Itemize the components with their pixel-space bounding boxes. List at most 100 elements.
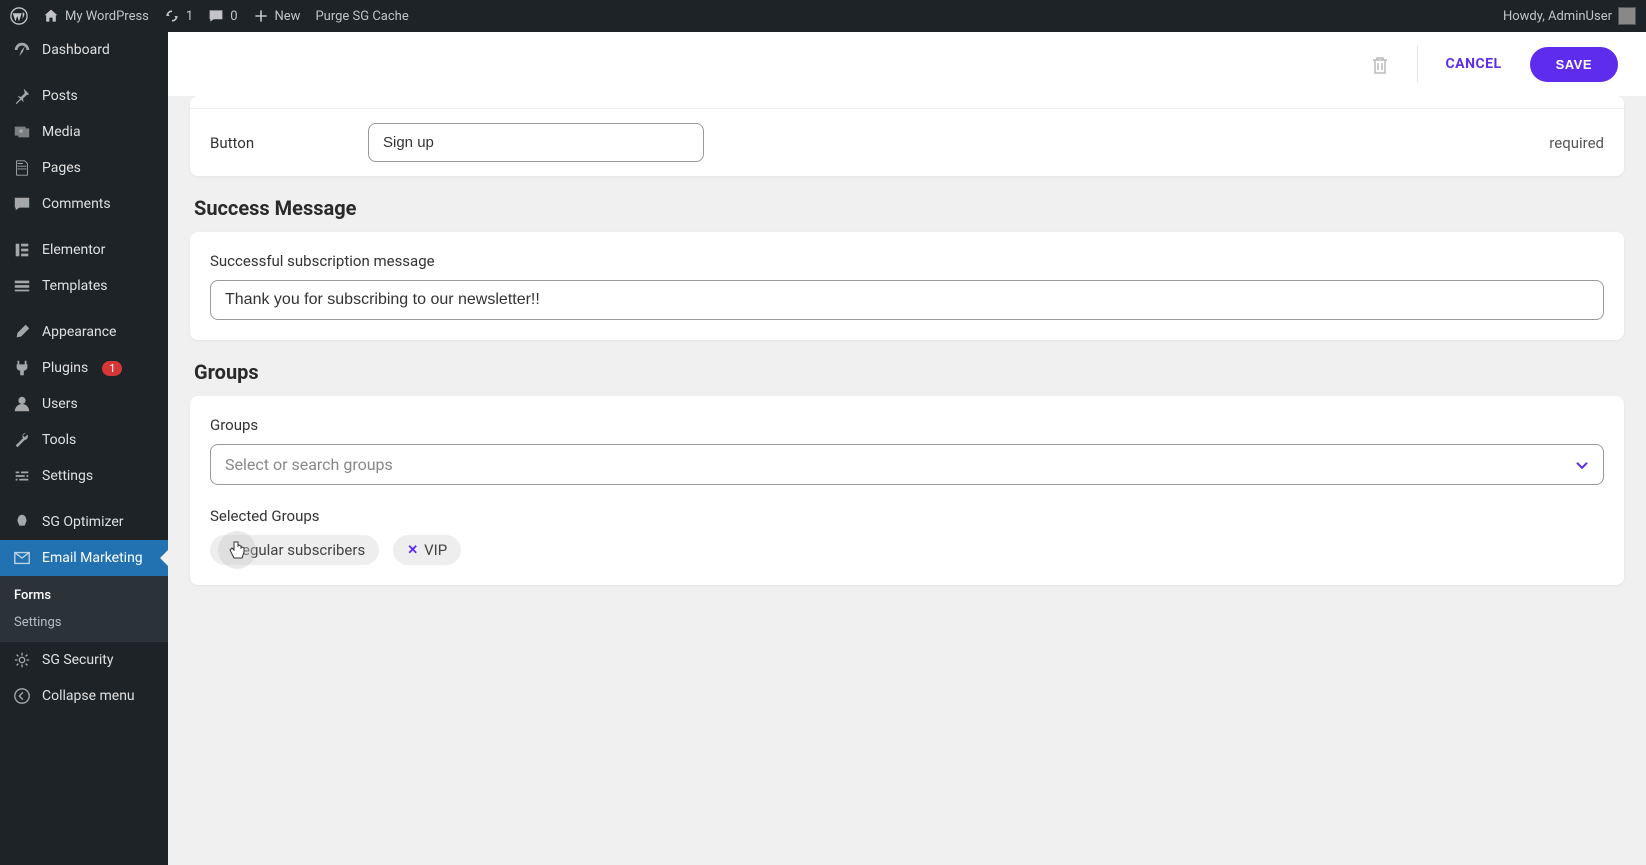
elementor-icon <box>12 240 32 260</box>
pin-icon <box>12 86 32 106</box>
success-message-input[interactable] <box>210 280 1604 320</box>
rocket-icon <box>12 512 32 532</box>
pages-icon <box>12 158 32 178</box>
wordpress-logo[interactable] <box>10 7 28 25</box>
button-field-label: Button <box>210 134 368 152</box>
home-icon <box>43 8 59 24</box>
sidebar-item-email-marketing[interactable]: Email Marketing <box>0 540 168 576</box>
save-button[interactable]: SAVE <box>1530 47 1618 82</box>
sidebar-label: Posts <box>42 88 78 104</box>
admin-bar-right: Howdy, AdminUser <box>1503 7 1636 25</box>
sidebar-label: Dashboard <box>42 42 110 58</box>
sidebar-label: Collapse menu <box>42 688 135 704</box>
sliders-icon <box>12 466 32 486</box>
sidebar-item-posts[interactable]: Posts <box>0 78 168 114</box>
howdy-text: Howdy, AdminUser <box>1503 9 1612 24</box>
chevron-down-icon <box>1574 456 1590 472</box>
form-editor: Button required Success Message Successf… <box>168 96 1646 865</box>
sidebar-label: Settings <box>42 468 93 484</box>
success-message-label: Successful subscription message <box>210 252 1604 270</box>
chip-regular-subscribers[interactable]: egular subscribers <box>210 535 379 565</box>
sidebar-label: SG Security <box>42 652 113 668</box>
pointer-cursor-icon <box>227 539 247 561</box>
plus-icon <box>253 8 269 24</box>
chip-vip[interactable]: ✕ VIP <box>393 535 461 565</box>
site-name: My WordPress <box>65 9 149 24</box>
howdy-user[interactable]: Howdy, AdminUser <box>1503 7 1636 25</box>
required-indicator: required <box>1549 134 1604 152</box>
sidebar-item-collapse[interactable]: Collapse menu <box>0 678 168 714</box>
sidebar-item-comments[interactable]: Comments <box>0 186 168 222</box>
brush-icon <box>12 322 32 342</box>
button-text-input[interactable] <box>368 123 704 162</box>
comments-count: 0 <box>230 9 237 24</box>
submenu-forms[interactable]: Forms <box>0 582 168 609</box>
success-heading: Success Message <box>194 196 1624 220</box>
main-content: CANCEL SAVE Button required Success Mess… <box>168 32 1646 865</box>
new-link[interactable]: New <box>253 8 301 24</box>
sidebar-label: Pages <box>42 160 81 176</box>
sidebar-label: Tools <box>42 432 76 448</box>
sidebar-item-pages[interactable]: Pages <box>0 150 168 186</box>
site-link[interactable]: My WordPress <box>43 8 149 24</box>
sidebar-label: Comments <box>42 196 111 212</box>
groups-label: Groups <box>210 416 1604 434</box>
sidebar-item-sg-optimizer[interactable]: SG Optimizer <box>0 504 168 540</box>
selected-groups-label: Selected Groups <box>210 507 1604 525</box>
button-field-card: Button required <box>190 96 1624 176</box>
sidebar-label: Templates <box>42 278 108 294</box>
refresh-icon <box>164 8 180 24</box>
sidebar-item-settings[interactable]: Settings <box>0 458 168 494</box>
sidebar-label: Plugins <box>42 360 88 376</box>
sidebar-label: SG Optimizer <box>42 514 123 530</box>
envelope-icon <box>12 548 32 568</box>
sidebar-item-users[interactable]: Users <box>0 386 168 422</box>
sidebar-item-plugins[interactable]: Plugins 1 <box>0 350 168 386</box>
new-label: New <box>275 9 301 24</box>
sidebar-item-templates[interactable]: Templates <box>0 268 168 304</box>
media-icon <box>12 122 32 142</box>
sidebar-item-appearance[interactable]: Appearance <box>0 314 168 350</box>
updates-link[interactable]: 1 <box>164 8 193 24</box>
chip-remove-icon[interactable]: ✕ <box>407 543 418 558</box>
groups-card: Groups Select or search groups Selected … <box>190 396 1624 585</box>
selected-groups-chips: egular subscribers ✕ VIP <box>210 535 1604 565</box>
purge-label: Purge SG Cache <box>315 9 408 24</box>
trash-icon <box>1371 55 1389 75</box>
updates-count: 1 <box>186 9 193 24</box>
admin-bar-left: My WordPress 1 0 New Purge SG Cache <box>10 7 409 25</box>
collapse-icon <box>12 686 32 706</box>
avatar <box>1618 7 1636 25</box>
success-message-card: Successful subscription message <box>190 232 1624 340</box>
plug-icon <box>12 358 32 378</box>
comments-icon <box>12 194 32 214</box>
templates-icon <box>12 276 32 296</box>
groups-select[interactable]: Select or search groups <box>210 444 1604 485</box>
user-icon <box>12 394 32 414</box>
chip-label: egular subscribers <box>242 541 365 559</box>
groups-heading: Groups <box>194 360 1624 384</box>
sidebar-label: Email Marketing <box>42 550 143 566</box>
sidebar-item-dashboard[interactable]: Dashboard <box>0 32 168 68</box>
sidebar-item-elementor[interactable]: Elementor <box>0 232 168 268</box>
groups-select-placeholder: Select or search groups <box>210 444 1604 485</box>
plugins-badge: 1 <box>102 361 122 376</box>
purge-cache[interactable]: Purge SG Cache <box>315 9 408 24</box>
admin-bar: My WordPress 1 0 New Purge SG Cache Howd… <box>0 0 1646 32</box>
toolbar-divider <box>1417 46 1418 82</box>
admin-sidebar: Dashboard Posts Media Pages Comments Ele… <box>0 32 168 865</box>
cancel-button[interactable]: CANCEL <box>1446 56 1502 72</box>
wrench-icon <box>12 430 32 450</box>
dashboard-icon <box>12 40 32 60</box>
sidebar-item-tools[interactable]: Tools <box>0 422 168 458</box>
form-toolbar: CANCEL SAVE <box>168 32 1646 96</box>
sidebar-label: Elementor <box>42 242 105 258</box>
comments-link[interactable]: 0 <box>208 8 237 24</box>
gear-icon <box>12 650 32 670</box>
sidebar-item-media[interactable]: Media <box>0 114 168 150</box>
sidebar-label: Users <box>42 396 78 412</box>
sidebar-item-sg-security[interactable]: SG Security <box>0 642 168 678</box>
submenu-settings[interactable]: Settings <box>0 609 168 636</box>
delete-button[interactable] <box>1371 53 1389 74</box>
email-marketing-submenu: Forms Settings <box>0 576 168 642</box>
